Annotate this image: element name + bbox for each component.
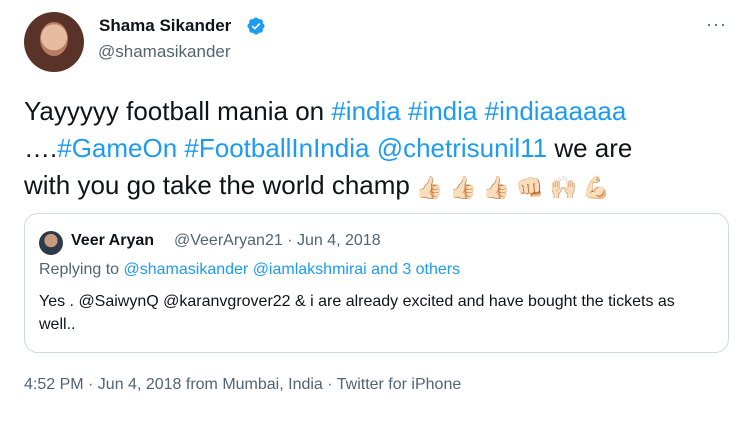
quoted-tweet[interactable]: Veer Aryan @VeerAryan21 · Jun 4, 2018 Re… <box>24 213 729 353</box>
tweet-text-segment: Yayyyyy football mania on <box>24 96 332 126</box>
quoted-avatar[interactable] <box>39 231 63 255</box>
verified-badge-icon <box>247 17 265 35</box>
author-handle[interactable]: @shamasikander <box>98 42 231 62</box>
tweet-line-2: ….#GameOn #FootballInIndia @chetrisunil1… <box>24 130 724 167</box>
tweet-line-1: Yayyyyy football mania on #india #india … <box>24 93 724 130</box>
hashtag-link[interactable]: #indiaaaaaa <box>485 96 627 126</box>
hashtag-link[interactable]: #india <box>331 96 400 126</box>
avatar[interactable] <box>24 12 84 72</box>
quoted-text: Yes . @SaiwynQ @karanvgrover22 & i are a… <box>39 293 675 333</box>
raised-hands-icon: 🙌🏻 <box>549 174 577 200</box>
reply-prefix: Replying to <box>39 261 124 278</box>
tweet-text-segment: we are <box>547 133 633 163</box>
flexed-bicep-icon: 💪🏻 <box>582 174 611 200</box>
quoted-reply-line: Replying to @shamasikander @iamlakshmira… <box>39 261 460 279</box>
tweet-text-segment: …. <box>24 133 58 163</box>
thumbs-up-icon: 👍🏻 <box>449 174 477 200</box>
tweet-text: Yayyyyy football mania on #india #india … <box>24 93 724 206</box>
hashtag-link[interactable]: #GameOn <box>57 133 177 163</box>
thumbs-up-icon: 👍🏻 <box>482 174 511 200</box>
fist-bump-icon: 👊🏻 <box>516 174 544 200</box>
tweet-line-3: with you go take the world champ 👍🏻 👍🏻 👍🏻 👊🏻… <box>24 167 724 206</box>
more-options-icon[interactable]: ··· <box>706 14 727 35</box>
reply-to-links[interactable]: @shamasikander @iamlakshmirai and 3 othe… <box>124 261 461 278</box>
mention-link[interactable]: @chetrisunil11 <box>377 133 547 163</box>
quoted-author-name[interactable]: Veer Aryan <box>71 232 154 250</box>
tweet-text-segment: with you go take the world champ <box>24 170 410 200</box>
author-name[interactable]: Shama Sikander <box>99 16 231 36</box>
quoted-author-meta: @VeerAryan21 · Jun 4, 2018 <box>174 232 381 249</box>
hashtag-link[interactable]: #FootballInIndia <box>184 133 369 163</box>
hashtag-link[interactable]: #india <box>408 96 477 126</box>
tweet-timestamp[interactable]: 4:52 PM · Jun 4, 2018 from Mumbai, India… <box>24 376 461 394</box>
thumbs-up-icon: 👍🏻 <box>415 174 444 200</box>
